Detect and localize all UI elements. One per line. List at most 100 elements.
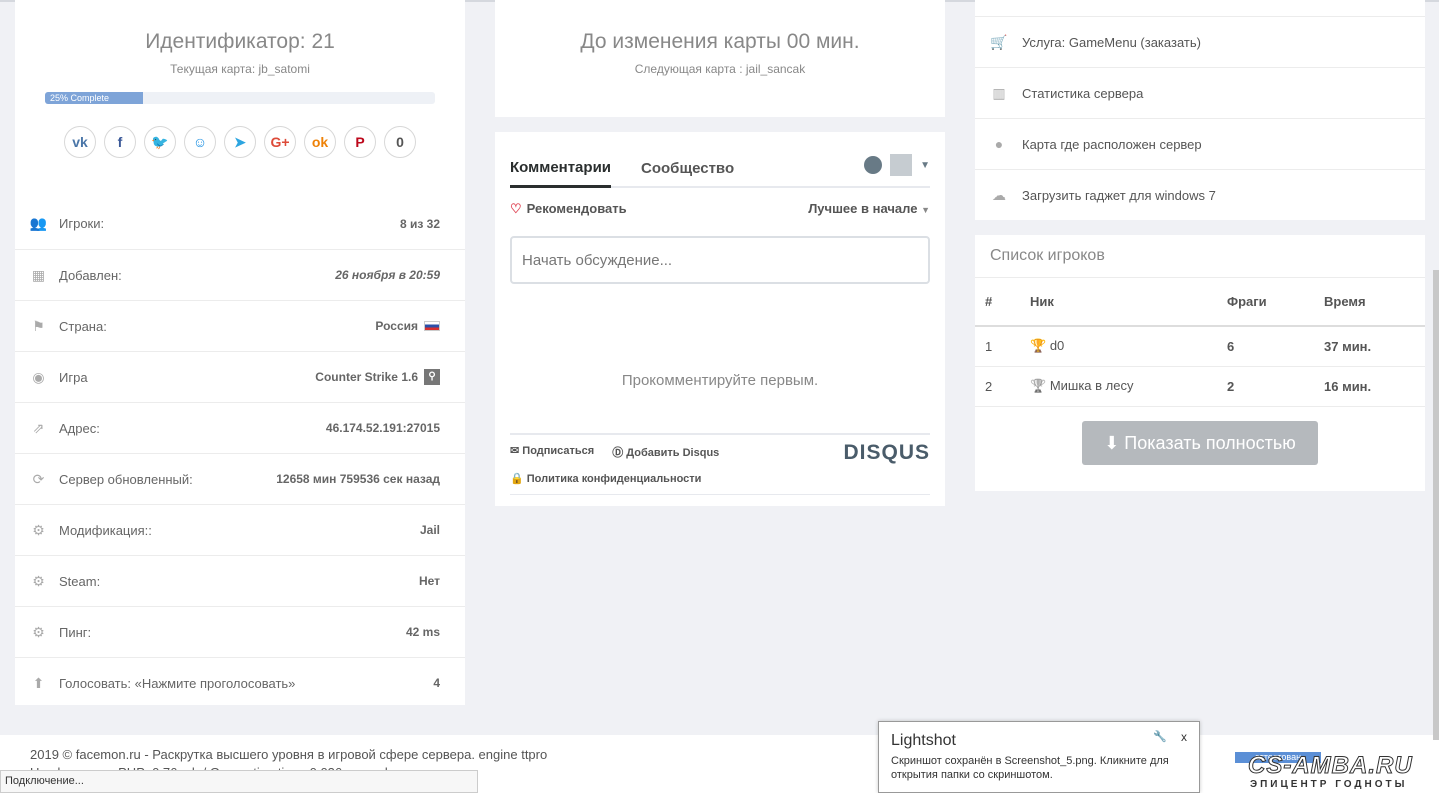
info-label-group: ▦ Добавлен: bbox=[30, 267, 122, 283]
player-frags: 2 bbox=[1227, 366, 1324, 407]
chevron-down-icon[interactable]: ▼ bbox=[920, 160, 930, 171]
scrollbar[interactable] bbox=[1433, 270, 1439, 740]
privacy-link[interactable]: 🔒 Политика конфиденциальности bbox=[510, 472, 701, 485]
add-disqus-link[interactable]: Ⓓ Добавить Disqus bbox=[612, 444, 719, 460]
info-label-group: ⚑ Страна: bbox=[30, 318, 107, 334]
disqus-logo[interactable]: DISQUS bbox=[843, 441, 930, 465]
moimir-icon[interactable]: ☺ bbox=[184, 126, 216, 158]
globe-icon: ● bbox=[994, 136, 1004, 152]
avatar[interactable] bbox=[890, 154, 913, 176]
lightshot-notification[interactable]: Lightshot Скриншот сохранён в Screenshot… bbox=[878, 721, 1200, 793]
info-value-text: 46.174.52.191:27015 bbox=[325, 421, 440, 435]
vk-icon[interactable]: vk bbox=[64, 126, 96, 158]
comment-input[interactable]: Начать обсуждение... bbox=[510, 236, 930, 284]
footer-copyright: 2019 © facemon.ru - Раскрутка высшего ур… bbox=[30, 747, 548, 762]
player-time: 16 мин. bbox=[1324, 366, 1425, 407]
russia-flag-icon bbox=[424, 321, 440, 331]
social-share-bar: vk f 🐦 ☺ ➤ G+ ok P 0 bbox=[64, 126, 465, 158]
share-counter: 0 bbox=[384, 126, 416, 158]
info-value: Нет bbox=[419, 574, 440, 588]
info-label: Модификация:: bbox=[59, 522, 152, 538]
table-row: 1 🏆 d0 6 37 мин. bbox=[975, 326, 1425, 367]
disqus-tabs: Комментарии Сообщество ▼ bbox=[510, 132, 930, 188]
info-row: 👥 Игроки: 8 из 32 bbox=[15, 198, 465, 249]
players-table-body: 1 🏆 d0 6 37 мин. 2 🏆 Мишка в лесу 2 16 мин. bbox=[975, 326, 1425, 407]
info-label-group: 👥 Игроки: bbox=[30, 215, 104, 232]
disqus-comments-panel: Комментарии Сообщество ▼ ♡ Рекомендовать … bbox=[495, 132, 945, 506]
player-nick-text: Мишка в лесу bbox=[1049, 378, 1134, 393]
info-label-group: ⚙ Steam: bbox=[30, 573, 100, 589]
twitter-icon[interactable]: 🐦 bbox=[144, 126, 176, 158]
heart-icon: ♡ bbox=[510, 201, 522, 216]
progress-fill: 25% Complete bbox=[45, 92, 143, 104]
player-frags: 6 bbox=[1227, 326, 1324, 367]
info-label: Страна: bbox=[59, 318, 107, 334]
info-value: Jail bbox=[420, 523, 440, 537]
info-label: Добавлен: bbox=[59, 267, 122, 283]
server-info-panel: Идентификатор: 21 Текущая карта: jb_sato… bbox=[15, 0, 465, 705]
player-nick-text: d0 bbox=[1049, 338, 1065, 354]
disqus-toolbar: ♡ Рекомендовать Лучшее в начале ▼ bbox=[510, 201, 930, 217]
disqus-user-menu[interactable]: ▼ bbox=[864, 154, 930, 176]
info-row: ⚙ Модификация:: Jail bbox=[15, 504, 465, 555]
subscribe-link[interactable]: ✉ Подписаться bbox=[510, 444, 594, 460]
info-value-text: 8 из 32 bbox=[399, 216, 440, 231]
recommend-label: Рекомендовать bbox=[526, 201, 627, 216]
odnoklassniki-icon[interactable]: ok bbox=[304, 126, 336, 158]
info-label-group: ⟳ Сервер обновленный: bbox=[30, 471, 193, 487]
telegram-icon[interactable]: ➤ bbox=[224, 126, 256, 158]
service-link[interactable]: ☁ Загрузить гаджет для windows 7 bbox=[975, 169, 1425, 220]
cloud-download-icon: ☁ bbox=[992, 186, 1006, 203]
wrench-icon[interactable]: 🔧 bbox=[1153, 730, 1167, 743]
watermark-brand: CS-AMBA.RU bbox=[1248, 752, 1413, 780]
show-all-button[interactable]: ⬇ Показать полностью bbox=[1082, 421, 1318, 465]
info-value: 46.174.52.191:27015 bbox=[326, 421, 440, 435]
lightshot-message[interactable]: Скриншот сохранён в Screenshot_5.png. Кл… bbox=[891, 754, 1187, 782]
info-value-text: Counter Strike 1.6 bbox=[315, 370, 418, 384]
table-header-row: # Ник Фраги Время bbox=[975, 278, 1425, 327]
info-value-text: 42 ms bbox=[405, 625, 440, 639]
info-label: Пинг: bbox=[59, 624, 92, 640]
players-panel: Список игроков # Ник Фраги Время 1 🏆 d0 6 3… bbox=[975, 235, 1425, 491]
browser-status-bar: Подключение... bbox=[0, 770, 478, 793]
info-value-text: 12658 мин 759536 сек назад bbox=[276, 472, 440, 486]
tab-comments[interactable]: Комментарии bbox=[510, 159, 612, 188]
gamepad-icon: ◉ bbox=[32, 368, 45, 385]
map-change-title: До изменения карты 00 мин. bbox=[580, 30, 860, 53]
services-list: 🛒 Услуга: GameMenu (заказать) ▥ Статистика … bbox=[975, 16, 1425, 220]
info-value-text: Jail bbox=[419, 523, 440, 537]
info-label-group: ⇗ Адрес: bbox=[30, 420, 100, 436]
service-link[interactable]: ▥ Статистика сервера bbox=[975, 67, 1425, 118]
col-num-header: # bbox=[975, 278, 1030, 327]
counter-strike-icon: ⚲ bbox=[424, 369, 440, 385]
info-value: 8 из 32 bbox=[400, 217, 440, 231]
chevron-down-icon: ▼ bbox=[921, 205, 930, 215]
disqus-d-icon: Ⓓ bbox=[612, 447, 624, 459]
sort-dropdown[interactable]: Лучшее в начале ▼ bbox=[808, 201, 930, 217]
disqus-footer: ✉ Подписаться Ⓓ Добавить Disqus 🔒 Полити… bbox=[510, 433, 930, 495]
service-link[interactable]: ● Карта где расположен сервер bbox=[975, 118, 1425, 169]
pinterest-icon[interactable]: P bbox=[344, 126, 376, 158]
info-label: Steam: bbox=[59, 573, 101, 589]
watermark-tagline: ЭПИЦЕНТР ГОДНОТЫ bbox=[1250, 779, 1408, 790]
info-value: 12658 мин 759536 сек назад bbox=[276, 472, 440, 486]
service-link[interactable]: 🛒 Услуга: GameMenu (заказать) bbox=[975, 16, 1425, 67]
notification-bubble-icon[interactable] bbox=[864, 156, 883, 174]
current-map-label: Текущая карта: jb_satomi bbox=[170, 62, 310, 76]
close-icon[interactable]: x bbox=[1181, 730, 1187, 744]
googleplus-icon[interactable]: G+ bbox=[264, 126, 296, 158]
server-id-title: Идентификатор: 21 bbox=[145, 30, 335, 53]
players-title: Список игроков bbox=[975, 235, 1425, 278]
info-label-group: ⚙ Модификация:: bbox=[30, 522, 152, 538]
player-num: 2 bbox=[975, 366, 1030, 407]
info-value: Counter Strike 1.6 ⚲ bbox=[315, 369, 440, 385]
info-row: ▦ Добавлен: 26 ноября в 20:59 bbox=[15, 249, 465, 300]
gears-icon: ⚙ bbox=[32, 572, 45, 589]
services-panel: 🛒 Услуга: GameMenu (заказать) ▥ Статистика … bbox=[975, 0, 1425, 220]
col-time-header: Время bbox=[1324, 278, 1425, 327]
gears-icon: ⚙ bbox=[32, 521, 45, 538]
tab-community[interactable]: Сообщество bbox=[641, 160, 734, 186]
info-value[interactable]: 4 bbox=[433, 676, 440, 690]
recommend-button[interactable]: ♡ Рекомендовать bbox=[510, 201, 627, 217]
facebook-icon[interactable]: f bbox=[104, 126, 136, 158]
